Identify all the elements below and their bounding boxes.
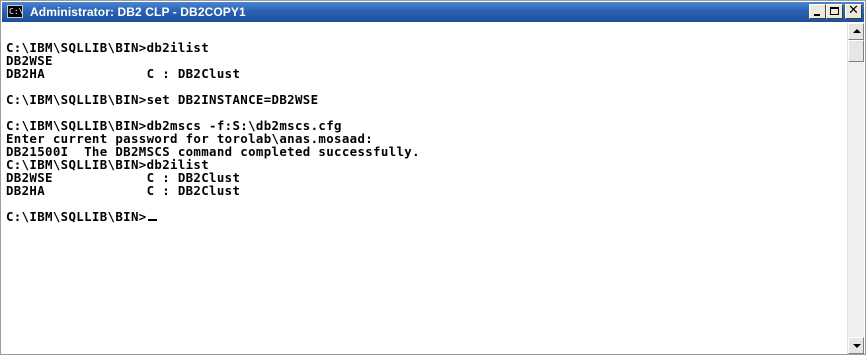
close-icon: ✕ bbox=[848, 3, 859, 18]
close-button[interactable]: ✕ bbox=[845, 4, 862, 19]
arrow-up-icon bbox=[853, 29, 861, 33]
minimize-icon bbox=[814, 14, 820, 16]
console-output[interactable]: C:\IBM\SQLLIB\BIN>db2ilist DB2WSE DB2HA … bbox=[6, 28, 845, 350]
minimize-button[interactable] bbox=[809, 4, 826, 19]
console-window: C:\ Administrator: DB2 CLP - DB2COPY1 ✕ … bbox=[0, 0, 866, 355]
text-cursor bbox=[147, 219, 157, 221]
maximize-icon bbox=[830, 7, 839, 15]
console-line: C:\IBM\SQLLIB\BIN>db2ilist bbox=[6, 40, 210, 55]
console-line: DB2HA C : DB2Clust bbox=[6, 66, 241, 81]
vertical-scrollbar[interactable] bbox=[847, 23, 864, 354]
arrow-down-icon bbox=[853, 344, 861, 348]
console-prompt-line[interactable]: C:\IBM\SQLLIB\BIN> bbox=[6, 210, 845, 223]
window-title: Administrator: DB2 CLP - DB2COPY1 bbox=[30, 5, 246, 19]
scroll-down-button[interactable] bbox=[848, 337, 864, 354]
maximize-button[interactable] bbox=[826, 4, 843, 19]
title-bar[interactable]: C:\ Administrator: DB2 CLP - DB2COPY1 ✕ bbox=[2, 2, 864, 22]
console-line: C:\IBM\SQLLIB\BIN>set DB2INSTANCE=DB2WSE bbox=[6, 92, 319, 107]
scroll-up-button[interactable] bbox=[848, 23, 864, 40]
console-prompt: C:\IBM\SQLLIB\BIN> bbox=[6, 209, 147, 224]
scrollbar-thumb[interactable] bbox=[848, 40, 864, 62]
console-line: DB2HA C : DB2Clust bbox=[6, 183, 241, 198]
console-icon[interactable]: C:\ bbox=[7, 5, 23, 18]
